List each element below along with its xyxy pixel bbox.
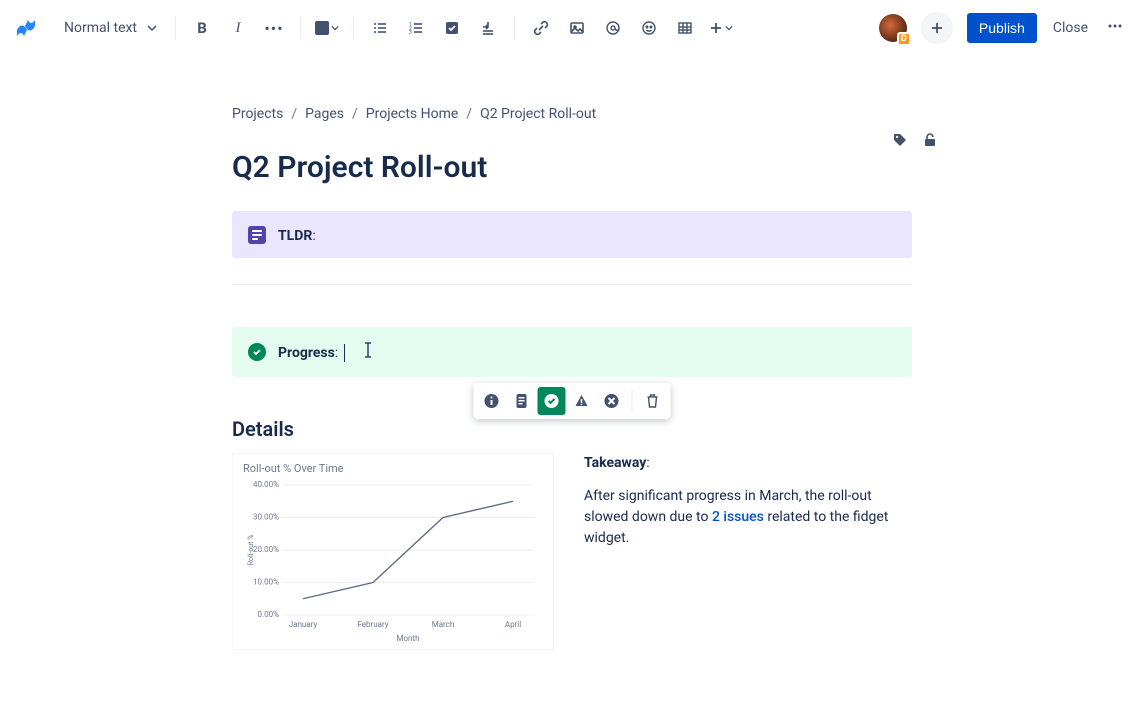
svg-text:April: April: [505, 620, 521, 629]
table-button[interactable]: [669, 12, 701, 44]
insert-more-button[interactable]: [705, 12, 737, 44]
panel-error-button[interactable]: [598, 387, 626, 415]
panel-warning-button[interactable]: [568, 387, 596, 415]
chevron-down-icon: [725, 24, 733, 32]
invite-button[interactable]: [921, 12, 953, 44]
more-formatting-button[interactable]: •••: [258, 12, 290, 44]
chevron-down-icon: [331, 24, 339, 32]
toolbar-separator: [632, 390, 633, 412]
mention-button[interactable]: [597, 12, 629, 44]
svg-text:February: February: [357, 620, 388, 629]
progress-label: Progress: [278, 345, 335, 361]
panel-delete-button[interactable]: [639, 387, 667, 415]
takeaway-block[interactable]: Takeaway: After significant progress in …: [584, 453, 912, 650]
breadcrumb-separator: /: [291, 106, 297, 122]
chart-container[interactable]: Roll-out % Over Time 0.00% 10.00% 20.00% 30…: [232, 453, 554, 650]
svg-text:January: January: [289, 620, 318, 629]
svg-text:40.00%: 40.00%: [253, 480, 279, 489]
panel-note-button[interactable]: [508, 387, 536, 415]
indent-button[interactable]: [472, 12, 504, 44]
tldr-panel[interactable]: TLDR:: [232, 211, 912, 258]
check-circle-icon: [248, 343, 266, 361]
text-style-label: Normal text: [64, 20, 137, 36]
action-item-button[interactable]: [436, 12, 468, 44]
tag-icon[interactable]: [892, 132, 908, 152]
toolbar-separator: [514, 16, 515, 40]
line-chart: 0.00% 10.00% 20.00% 30.00% 40.00% January Febr…: [243, 475, 543, 645]
svg-text:30.00%: 30.00%: [253, 513, 279, 522]
svg-text:10.00%: 10.00%: [253, 578, 279, 587]
toolbar-separator: [353, 16, 354, 40]
numbered-list-button[interactable]: 123: [400, 12, 432, 44]
chevron-down-icon: [147, 23, 157, 33]
more-actions-button[interactable]: [1100, 11, 1130, 45]
svg-text:20.00%: 20.00%: [253, 545, 279, 554]
note-icon: [248, 226, 266, 244]
editor-toolbar: Normal text B I ••• 123 D: [0, 0, 1144, 56]
italic-button[interactable]: I: [222, 12, 254, 44]
takeaway-label: Takeaway: [584, 455, 646, 471]
breadcrumb-current[interactable]: Q2 Project Roll-out: [480, 106, 596, 122]
progress-panel[interactable]: Progress:: [232, 327, 912, 377]
text-style-select[interactable]: Normal text: [56, 14, 165, 42]
close-button[interactable]: Close: [1053, 20, 1088, 36]
text-color-button[interactable]: [311, 12, 343, 44]
page-content: Projects / Pages / Projects Home / Q2 Pr…: [232, 106, 912, 650]
publish-button[interactable]: Publish: [967, 13, 1037, 43]
panel-info-button[interactable]: [478, 387, 506, 415]
details-row: Roll-out % Over Time 0.00% 10.00% 20.00% 30…: [232, 453, 912, 650]
text-caret-icon: [363, 341, 373, 363]
bold-button[interactable]: B: [186, 12, 218, 44]
chart-title: Roll-out % Over Time: [243, 462, 543, 475]
breadcrumb-separator: /: [466, 106, 472, 122]
lock-open-icon[interactable]: [922, 132, 938, 152]
svg-text:3: 3: [409, 30, 412, 36]
panel-success-button[interactable]: [538, 387, 566, 415]
emoji-button[interactable]: [633, 12, 665, 44]
app-logo-icon: [14, 16, 38, 40]
image-button[interactable]: [561, 12, 593, 44]
link-button[interactable]: [525, 12, 557, 44]
color-swatch-icon: [315, 21, 329, 35]
avatar-badge: D: [897, 32, 911, 46]
page-title[interactable]: Q2 Project Roll-out: [232, 150, 912, 185]
details-heading[interactable]: Details: [232, 417, 912, 441]
svg-text:0.00%: 0.00%: [258, 610, 280, 619]
panel-type-toolbar: [474, 383, 671, 419]
breadcrumb-link[interactable]: Pages: [305, 106, 344, 122]
svg-text:March: March: [432, 620, 455, 629]
bullet-list-button[interactable]: [364, 12, 396, 44]
toolbar-separator: [175, 16, 176, 40]
svg-text:Roll-out %: Roll-out %: [247, 535, 255, 566]
page-actions: [892, 132, 938, 152]
divider: [232, 284, 912, 285]
breadcrumb-link[interactable]: Projects: [232, 106, 283, 122]
toolbar-separator: [300, 16, 301, 40]
tldr-label: TLDR: [278, 228, 312, 244]
text-cursor: [344, 344, 345, 362]
breadcrumb-separator: /: [352, 106, 358, 122]
breadcrumb-link[interactable]: Projects Home: [366, 106, 458, 122]
svg-text:Month: Month: [397, 634, 420, 643]
user-avatar[interactable]: D: [879, 14, 907, 42]
issues-link[interactable]: 2 issues: [712, 509, 764, 525]
breadcrumb: Projects / Pages / Projects Home / Q2 Pr…: [232, 106, 912, 122]
